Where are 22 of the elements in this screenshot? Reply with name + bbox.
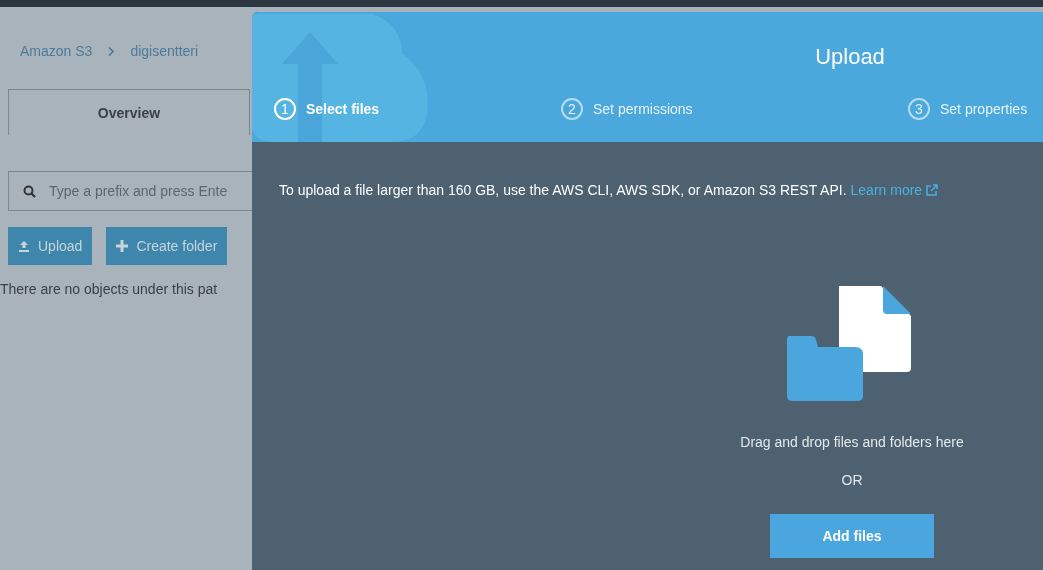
upload-button[interactable]: Upload xyxy=(8,227,93,265)
or-label: OR xyxy=(841,472,863,488)
learn-more-link[interactable]: Learn more xyxy=(850,182,939,198)
breadcrumb-link[interactable]: Amazon S3 xyxy=(20,43,93,59)
search-icon xyxy=(23,185,36,198)
drop-instruction: Drag and drop files and folders here xyxy=(740,434,964,450)
add-files-button[interactable]: Add files xyxy=(770,514,934,558)
step-tab[interactable]: 2 Set permissions xyxy=(561,98,908,120)
step-tab[interactable]: 3 Set properties xyxy=(908,98,1028,120)
dialog-title: Upload xyxy=(814,44,886,70)
file-and-folder-icon xyxy=(785,286,911,404)
empty-message: There are no objects under this pat xyxy=(0,281,219,297)
create-folder-button[interactable]: Create folder xyxy=(106,227,228,265)
external-link-icon xyxy=(926,184,939,196)
tab[interactable]: Overview xyxy=(8,89,250,135)
breadcrumb-separator-icon xyxy=(108,46,115,56)
search-field[interactable]: Type a prefix and press Ente xyxy=(8,171,252,211)
notice-text: To upload a file larger than 160 GB, use the AWS CLI, AWS SDK, or Amazon S3 REST API. xyxy=(279,182,847,198)
breadcrumb-link[interactable]: digisentteri xyxy=(130,43,199,59)
plus-icon xyxy=(116,240,129,252)
step-tab[interactable]: 1 Select files xyxy=(274,98,561,120)
upload-icon xyxy=(18,240,30,252)
